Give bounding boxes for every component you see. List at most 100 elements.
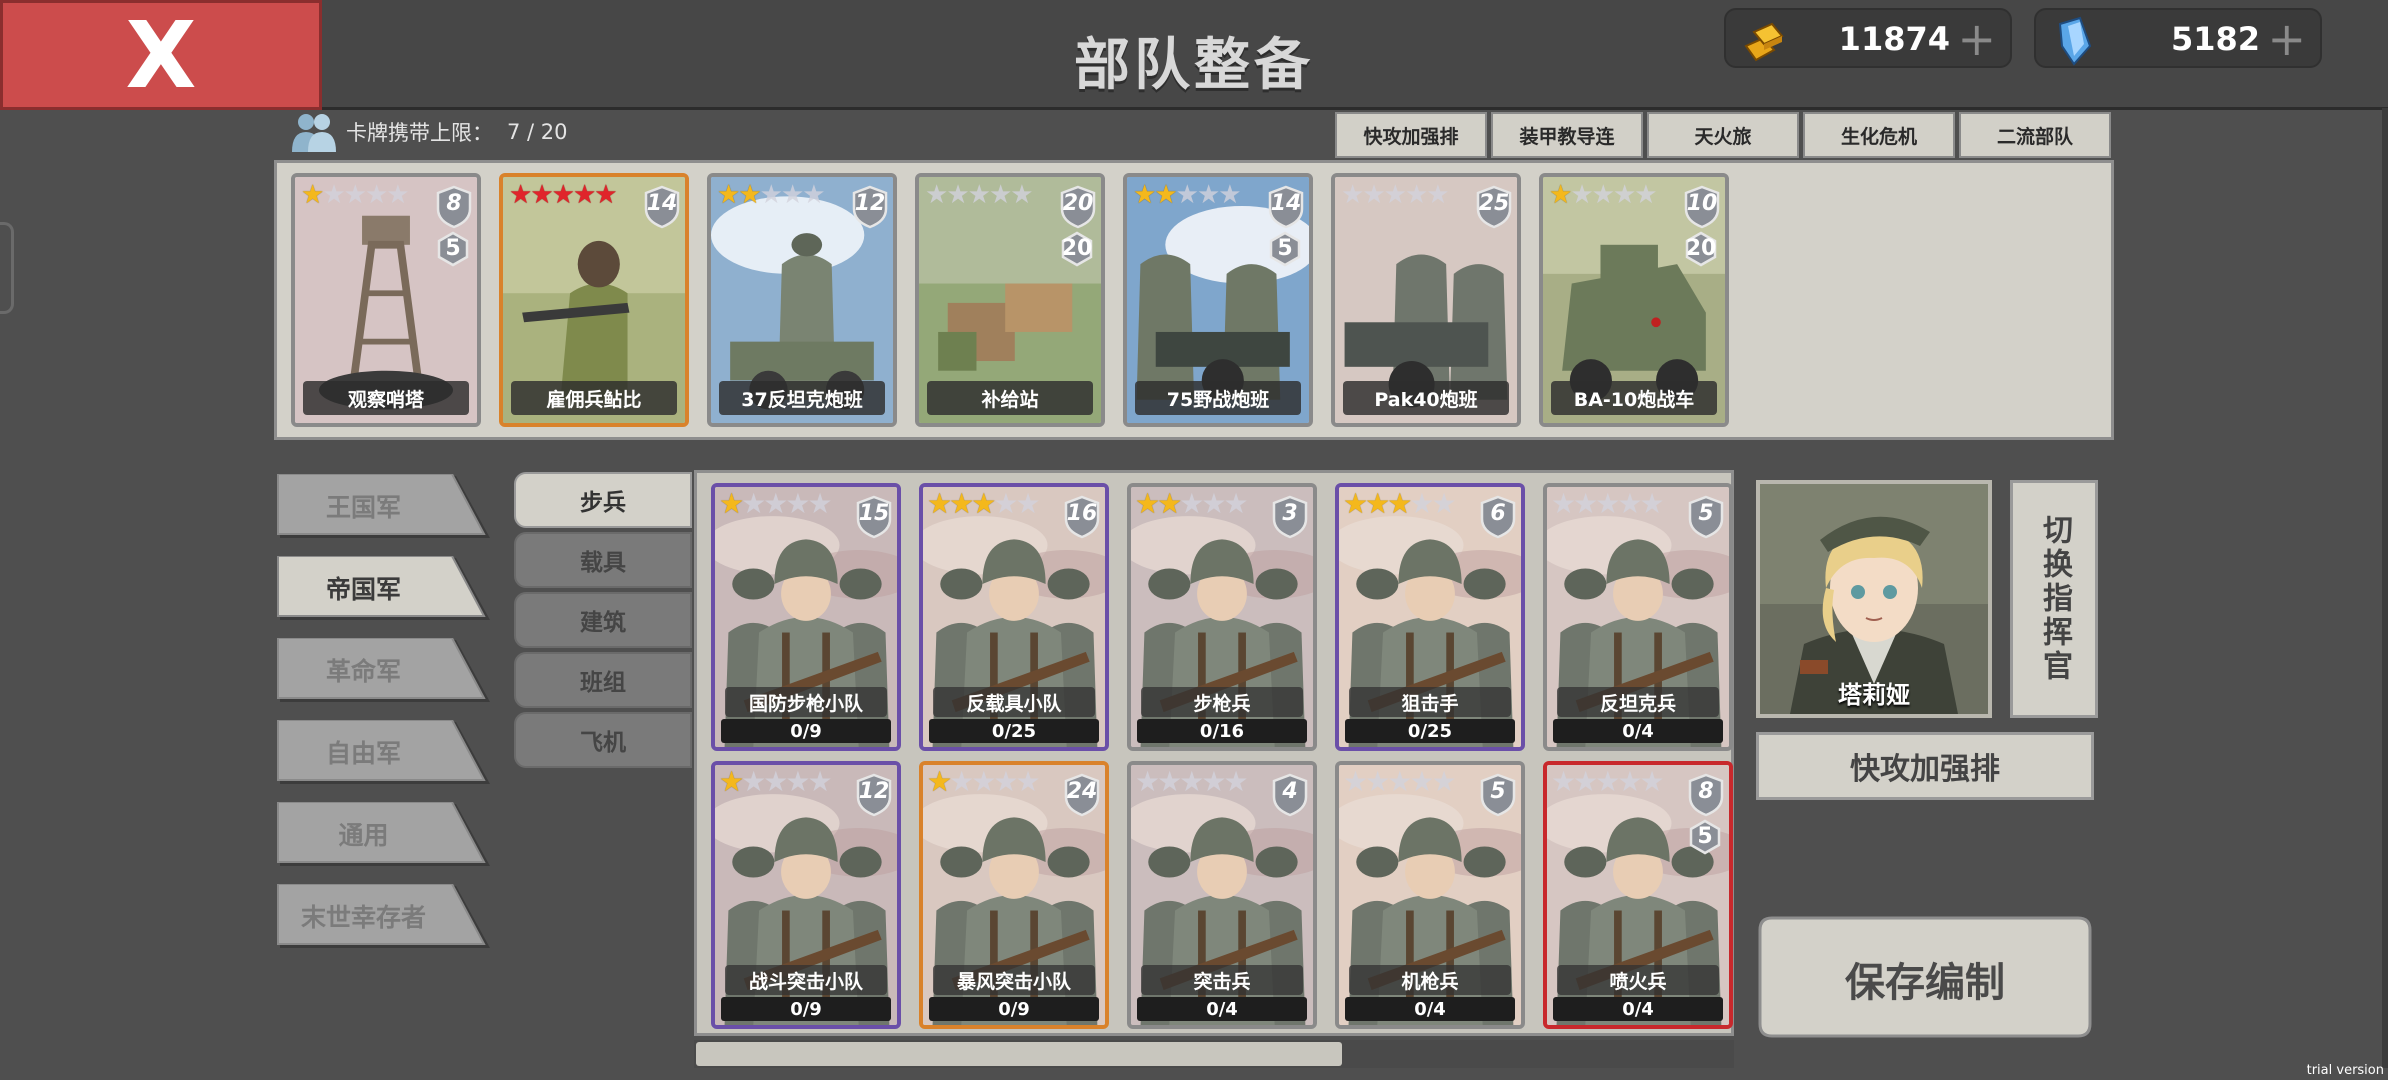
side-drawer-handle[interactable] bbox=[0, 222, 14, 314]
star-icon: ★ bbox=[1639, 487, 1664, 520]
unit-name: 狙击手 bbox=[1349, 687, 1511, 717]
star-icon: ★ bbox=[925, 180, 948, 210]
switch-commander-button[interactable]: 切换指挥官 bbox=[2010, 480, 2098, 718]
star-icon: ★ bbox=[1133, 180, 1156, 210]
star-icon: ★ bbox=[1404, 180, 1428, 210]
unit-card[interactable]: ★★★★★ 4 突击兵 0/4 bbox=[1127, 761, 1317, 1029]
unit-name: 国防步枪小队 bbox=[725, 687, 887, 717]
star-icon: ★ bbox=[1135, 487, 1160, 520]
star-icon: ★ bbox=[1431, 765, 1456, 798]
faction-tab[interactable]: 末世幸存者 bbox=[276, 884, 494, 950]
unit-card[interactable]: ★★★★★ 24 暴风突击小队 0/9 bbox=[919, 761, 1109, 1029]
unit-card[interactable]: ★★★★★ 16 反载具小队 0/25 bbox=[919, 483, 1109, 751]
crystal-currency: 5182 + bbox=[2034, 8, 2322, 68]
unit-count: 0/4 bbox=[1553, 997, 1723, 1021]
unit-count: 0/4 bbox=[1137, 997, 1307, 1021]
unit-card[interactable]: ★★★★★ 3 步枪兵 0/16 bbox=[1127, 483, 1317, 751]
star-icon: ★ bbox=[1409, 765, 1434, 798]
star-icon: ★ bbox=[1201, 487, 1226, 520]
faction-label: 帝国军 bbox=[325, 575, 401, 604]
unit-count: 0/25 bbox=[1345, 719, 1515, 743]
faction-tab[interactable]: 帝国军 bbox=[276, 556, 494, 622]
star-icon: ★ bbox=[1179, 487, 1204, 520]
star-icon: ★ bbox=[1010, 180, 1033, 210]
star-icon: ★ bbox=[594, 180, 617, 210]
faction-label: 末世幸存者 bbox=[300, 903, 426, 932]
star-icon: ★ bbox=[386, 180, 409, 210]
preset-tab[interactable]: 天火旅 bbox=[1647, 112, 1799, 158]
deck-card[interactable]: ★★★★★ 10 20 BA-10炮战车 bbox=[1539, 173, 1729, 427]
unit-name: 反坦克兵 bbox=[1557, 687, 1719, 717]
category-tab[interactable]: 班组 bbox=[514, 652, 692, 708]
star-rating: ★★★★★ bbox=[1135, 765, 1249, 798]
preset-tab[interactable]: 生化危机 bbox=[1803, 112, 1955, 158]
add-crystal-button[interactable]: + bbox=[2267, 12, 2306, 66]
category-tab[interactable]: 步兵 bbox=[514, 472, 692, 528]
preset-tab[interactable]: 快攻加强排 bbox=[1335, 112, 1487, 158]
commander-name: 塔莉娅 bbox=[1838, 681, 1910, 709]
star-icon: ★ bbox=[802, 180, 825, 210]
star-icon: ★ bbox=[993, 487, 1018, 520]
star-rating: ★★★★★ bbox=[509, 180, 618, 210]
unit-card[interactable]: ★★★★★ 5 机枪兵 0/4 bbox=[1335, 761, 1525, 1029]
star-icon: ★ bbox=[927, 487, 952, 520]
deck-card[interactable]: ★★★★★ 8 5 观察哨塔 bbox=[291, 173, 481, 427]
current-preset-name[interactable]: 快攻加强排 bbox=[1756, 732, 2094, 800]
faction-tab[interactable]: 自由军 bbox=[276, 720, 494, 786]
star-icon: ★ bbox=[1015, 765, 1040, 798]
star-icon: ★ bbox=[1154, 180, 1177, 210]
star-icon: ★ bbox=[1549, 180, 1572, 210]
deck-card[interactable]: ★★★★★ 14 雇佣兵鲇比 bbox=[499, 173, 689, 427]
page-scrollbar[interactable] bbox=[2382, 108, 2388, 1068]
star-rating: ★★★★★ bbox=[719, 489, 833, 519]
cost-badge: 8 bbox=[1687, 773, 1725, 817]
cost-badge: 5 bbox=[1479, 773, 1517, 817]
close-button[interactable]: X bbox=[0, 0, 322, 110]
star-icon: ★ bbox=[1201, 765, 1226, 798]
star-icon: ★ bbox=[993, 765, 1018, 798]
faction-tab[interactable]: 革命军 bbox=[276, 638, 494, 704]
save-formation-button[interactable]: 保存编制 bbox=[1756, 914, 2094, 1040]
star-rating: ★★★★★ bbox=[1341, 180, 1450, 210]
category-tab[interactable]: 飞机 bbox=[514, 712, 692, 768]
card-name: 75野战炮班 bbox=[1135, 381, 1301, 415]
category-tab[interactable]: 建筑 bbox=[514, 592, 692, 648]
unit-grid: ★★★★★ 15 国防步枪小队 0/9 ★★★★★ 16 反载具小队 0/25 ★★★★★ 3 步枪… bbox=[694, 470, 1734, 1036]
unit-card[interactable]: ★★★★★ 6 狙击手 0/25 bbox=[1335, 483, 1525, 751]
unit-card[interactable]: ★★★★★ 15 国防步枪小队 0/9 bbox=[711, 483, 901, 751]
star-icon: ★ bbox=[741, 765, 766, 798]
secondary-badge: 5 bbox=[435, 231, 471, 267]
star-rating: ★★★★★ bbox=[927, 765, 1041, 798]
faction-tab[interactable]: 王国军 bbox=[276, 474, 494, 540]
star-icon: ★ bbox=[530, 180, 553, 210]
unit-count: 0/9 bbox=[721, 997, 891, 1021]
star-rating: ★★★★★ bbox=[925, 180, 1034, 210]
commander-portrait[interactable]: 塔莉娅 bbox=[1756, 480, 1992, 718]
star-icon: ★ bbox=[1431, 487, 1456, 520]
unit-card[interactable]: ★★★★★ 5 反坦克兵 0/4 bbox=[1543, 483, 1733, 751]
grid-scrollbar-thumb[interactable] bbox=[696, 1042, 1342, 1066]
deck-card[interactable]: ★★★★★ 20 20 补给站 bbox=[915, 173, 1105, 427]
preset-tab[interactable]: 装甲教导连 bbox=[1491, 112, 1643, 158]
deck-card[interactable]: ★★★★★ 12 37反坦克炮班 bbox=[707, 173, 897, 427]
star-icon: ★ bbox=[1573, 765, 1598, 798]
category-tab[interactable]: 载具 bbox=[514, 532, 692, 588]
star-icon: ★ bbox=[1383, 180, 1407, 210]
card-name: BA-10炮战车 bbox=[1551, 381, 1717, 415]
gold-currency: 11874 + bbox=[1724, 8, 2012, 68]
unit-card[interactable]: ★★★★★ 8 5 喷火兵 0/4 bbox=[1543, 761, 1733, 1029]
grid-scrollbar[interactable] bbox=[694, 1040, 1734, 1068]
unit-count: 0/25 bbox=[929, 719, 1099, 743]
save-label: 保存编制 bbox=[1845, 960, 2005, 1006]
unit-count: 0/4 bbox=[1345, 997, 1515, 1021]
faction-tab[interactable]: 通用 bbox=[276, 802, 494, 868]
star-icon: ★ bbox=[1573, 487, 1598, 520]
star-icon: ★ bbox=[1135, 765, 1160, 798]
deck-card[interactable]: ★★★★★ 14 5 75野战炮班 bbox=[1123, 173, 1313, 427]
unit-count: 0/9 bbox=[929, 997, 1099, 1021]
add-gold-button[interactable]: + bbox=[1957, 12, 1996, 66]
preset-tab[interactable]: 二流部队 bbox=[1959, 112, 2111, 158]
cost-badge: 6 bbox=[1479, 495, 1517, 539]
unit-card[interactable]: ★★★★★ 12 战斗突击小队 0/9 bbox=[711, 761, 901, 1029]
deck-card[interactable]: ★★★★★ 25 Pak40炮班 bbox=[1331, 173, 1521, 427]
